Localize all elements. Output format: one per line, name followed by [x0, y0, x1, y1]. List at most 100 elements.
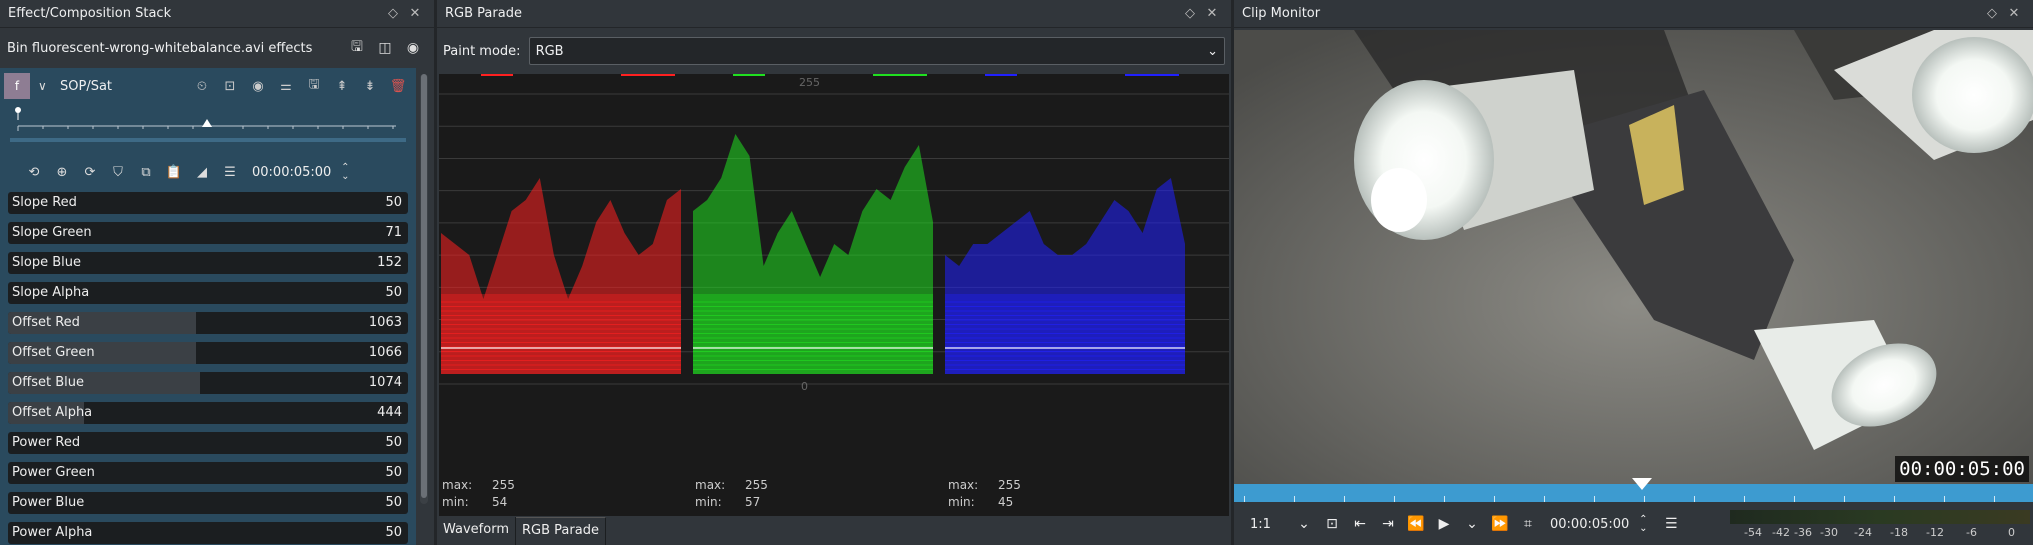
- param-slider-power-alpha[interactable]: Power Alpha 50: [8, 522, 408, 544]
- next-keyframe-icon[interactable]: ⟳: [76, 165, 104, 180]
- scale-bottom-label: 0: [801, 380, 808, 393]
- effect-item-sop-sat: f ∨ SOP/Sat ⏲ ⊡ ◉ ⚌ 🖫 ⇞ ⇟ 🗑 ⟲ ⊕ ⟳ ⛉ ⧉ 📋 …: [0, 68, 416, 545]
- ruler-tick: [1344, 496, 1345, 502]
- effect-enable-toggle[interactable]: f: [4, 73, 30, 99]
- red-max-value: 255: [492, 478, 515, 492]
- scale-top-label: 255: [799, 76, 820, 89]
- previous-keyframe-icon[interactable]: ⟲: [20, 165, 48, 180]
- param-value[interactable]: 152: [377, 255, 402, 270]
- play-icon[interactable]: ▶: [1430, 516, 1458, 532]
- move-up-icon[interactable]: ⇞: [328, 79, 356, 94]
- set-in-point-icon[interactable]: ⇤: [1346, 516, 1374, 532]
- green-channel-trace: [693, 74, 933, 374]
- param-slider-offset-blue[interactable]: Offset Blue 1074: [8, 372, 408, 394]
- ruler-tick: [1494, 496, 1495, 502]
- param-slider-offset-alpha[interactable]: Offset Alpha 444: [8, 402, 408, 424]
- add-keyframe-icon[interactable]: ⊕: [48, 165, 76, 180]
- keyframe-ruler[interactable]: [0, 104, 416, 152]
- param-value[interactable]: 50: [385, 435, 402, 450]
- sliders-icon[interactable]: ⚌: [272, 79, 300, 94]
- chevron-down-icon[interactable]: ⌄: [1458, 516, 1486, 532]
- fit-frame-icon[interactable]: ⊡: [1318, 516, 1346, 532]
- keyframe-timecode[interactable]: 00:00:05:00: [252, 165, 331, 180]
- crop-icon[interactable]: ⌗: [1514, 516, 1542, 532]
- close-icon[interactable]: ✕: [2003, 6, 2025, 21]
- bin-effects-label: Bin fluorescent-wrong-whitebalance.avi e…: [7, 40, 313, 56]
- param-slider-offset-red[interactable]: Offset Red 1063: [8, 312, 408, 334]
- param-value[interactable]: 50: [385, 195, 402, 210]
- meter-label: -12: [1926, 526, 1944, 539]
- param-slider-slope-red[interactable]: Slope Red 50: [8, 192, 408, 214]
- param-value[interactable]: 444: [377, 405, 402, 420]
- param-slider-power-blue[interactable]: Power Blue 50: [8, 492, 408, 514]
- red-channel-trace: [441, 74, 681, 374]
- param-value[interactable]: 50: [385, 285, 402, 300]
- delete-icon[interactable]: 🗑: [384, 79, 412, 94]
- effects-scrollbar[interactable]: [420, 74, 428, 504]
- meter-label: -36: [1794, 526, 1812, 539]
- move-down-icon[interactable]: ⇟: [356, 79, 384, 94]
- max-label: max:: [442, 478, 473, 492]
- param-slider-power-green[interactable]: Power Green 50: [8, 462, 408, 484]
- focus-icon[interactable]: ⊡: [216, 79, 244, 94]
- forward-icon[interactable]: ⏩: [1486, 516, 1514, 532]
- float-icon[interactable]: ◇: [1179, 6, 1201, 21]
- playhead-marker[interactable]: [1632, 478, 1652, 490]
- param-slider-power-red[interactable]: Power Red 50: [8, 432, 408, 454]
- keyframe-timeline[interactable]: [0, 104, 416, 152]
- param-value[interactable]: 71: [385, 225, 402, 240]
- eye-icon[interactable]: ◉: [244, 79, 272, 94]
- ruler-tick: [1544, 496, 1545, 502]
- video-preview[interactable]: 00:00:05:00: [1234, 30, 2033, 484]
- copy-icon[interactable]: ⧉: [132, 165, 160, 180]
- clip-monitor-titlebar: Clip Monitor ◇ ✕: [1234, 0, 2033, 28]
- param-value[interactable]: 50: [385, 525, 402, 540]
- scrollbar-thumb[interactable]: [421, 74, 427, 498]
- param-value[interactable]: 50: [385, 465, 402, 480]
- param-value[interactable]: 50: [385, 495, 402, 510]
- ruler-tick: [1794, 496, 1795, 502]
- float-icon[interactable]: ◇: [1981, 6, 2003, 21]
- float-icon[interactable]: ◇: [382, 6, 404, 21]
- close-icon[interactable]: ✕: [1201, 6, 1223, 21]
- keyframe-clock-icon[interactable]: ⏲: [188, 79, 216, 94]
- ruler-tick: [1294, 496, 1295, 502]
- ruler-tick: [1944, 496, 1945, 502]
- chevron-down-icon[interactable]: ∨: [38, 79, 54, 93]
- param-value[interactable]: 1063: [369, 315, 402, 330]
- video-frame: [1234, 30, 2033, 484]
- max-label: max:: [695, 478, 726, 492]
- compare-split-icon[interactable]: ◫: [371, 40, 399, 56]
- timecode-stepper-icon[interactable]: ⌃ ⌄: [331, 163, 359, 182]
- save-icon[interactable]: 🖫: [300, 75, 328, 97]
- param-slider-slope-blue[interactable]: Slope Blue 152: [8, 252, 408, 274]
- param-slider-offset-green[interactable]: Offset Green 1066: [8, 342, 408, 364]
- close-icon[interactable]: ✕: [404, 6, 426, 21]
- menu-icon[interactable]: ☰: [216, 165, 244, 180]
- paste-icon[interactable]: 📋: [160, 165, 188, 180]
- param-value[interactable]: 1066: [369, 345, 402, 360]
- param-slider-slope-alpha[interactable]: Slope Alpha 50: [8, 282, 408, 304]
- timecode-stepper-icon[interactable]: ⌃ ⌄: [1629, 515, 1657, 534]
- stamp-icon[interactable]: ⛉: [104, 165, 132, 180]
- zoom-level[interactable]: 1:1: [1250, 517, 1290, 532]
- rewind-icon[interactable]: ⏪: [1402, 516, 1430, 532]
- paint-mode-value: RGB: [535, 43, 564, 59]
- param-slider-slope-green[interactable]: Slope Green 71: [8, 222, 408, 244]
- curve-type-icon[interactable]: ◢: [188, 165, 216, 180]
- tab-rgb-parade[interactable]: RGB Parade: [516, 517, 606, 545]
- effect-stack-panel: Effect/Composition Stack ◇ ✕ Bin fluores…: [0, 0, 434, 545]
- max-label: max:: [948, 478, 979, 492]
- tab-waveform[interactable]: Waveform: [437, 517, 516, 545]
- param-label: Slope Alpha: [12, 285, 90, 300]
- ruler-tick: [1644, 496, 1645, 502]
- param-label: Power Green: [12, 465, 95, 480]
- monitor-timecode[interactable]: 00:00:05:00: [1550, 517, 1629, 532]
- set-out-point-icon[interactable]: ⇥: [1374, 516, 1402, 532]
- param-value[interactable]: 1074: [369, 375, 402, 390]
- paint-mode-select[interactable]: RGB ⌄: [528, 37, 1225, 65]
- chevron-down-icon[interactable]: ⌄: [1290, 516, 1318, 532]
- eye-icon[interactable]: ◉: [399, 40, 427, 56]
- save-effect-icon[interactable]: 🖫: [343, 36, 371, 60]
- menu-icon[interactable]: ☰: [1657, 516, 1685, 532]
